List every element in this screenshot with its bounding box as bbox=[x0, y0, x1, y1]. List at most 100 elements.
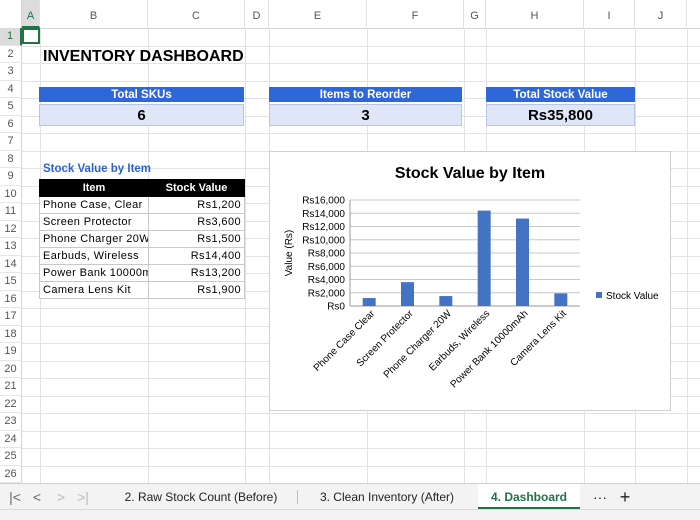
stock-table-label: Stock Value by Item bbox=[43, 163, 152, 175]
table-header-item[interactable]: Item bbox=[39, 179, 149, 197]
row-header[interactable]: 15 bbox=[0, 273, 22, 291]
add-sheet-icon[interactable]: + bbox=[614, 484, 636, 510]
row-header[interactable]: 11 bbox=[0, 203, 22, 221]
chart-bar-6 bbox=[554, 293, 568, 306]
chart-legend-swatch bbox=[596, 292, 602, 298]
chart-x-tick-label: Phone Charger 20W bbox=[382, 308, 455, 381]
kpi-total-skus-value[interactable]: 6 bbox=[39, 104, 244, 126]
table-cell-item[interactable]: Power Bank 10000mAh bbox=[39, 264, 149, 282]
grid-row-line bbox=[22, 465, 700, 467]
row-header[interactable]: 6 bbox=[0, 115, 22, 133]
chart-y-tick-label: Rs6,000 bbox=[308, 262, 346, 273]
row-header[interactable]: 26 bbox=[0, 465, 22, 483]
tab-clean-inventory[interactable]: 3. Clean Inventory (After) bbox=[302, 484, 472, 510]
sheet-tab-bar: |< < > >| 2. Raw Stock Count (Before) 3.… bbox=[0, 483, 700, 510]
table-cell-item[interactable]: Phone Charger 20W bbox=[39, 230, 149, 248]
table-cell-value[interactable]: Rs3,600 bbox=[148, 213, 245, 231]
row-header[interactable]: 13 bbox=[0, 238, 22, 256]
column-header-g[interactable]: G bbox=[464, 0, 486, 28]
stock-value-chart[interactable]: Stock Value by Item Rs0 Rs2,000 Rs4,000 Rs6,… bbox=[269, 151, 671, 411]
table-row: Screen Protector Rs3,600 bbox=[39, 213, 245, 231]
prev-sheet-icon[interactable]: < bbox=[26, 484, 48, 510]
chart-bar-2 bbox=[401, 282, 414, 306]
table-row: Phone Case, Clear Rs1,200 bbox=[39, 196, 245, 214]
column-header-f[interactable]: F bbox=[367, 0, 464, 28]
kpi-items-to-reorder-value[interactable]: 3 bbox=[269, 104, 462, 126]
active-cell-selection[interactable] bbox=[22, 28, 40, 44]
row-header[interactable]: 23 bbox=[0, 413, 22, 431]
row-header[interactable]: 17 bbox=[0, 308, 22, 326]
row-header[interactable]: 19 bbox=[0, 343, 22, 361]
row-header[interactable]: 10 bbox=[0, 185, 22, 203]
row-header[interactable]: 8 bbox=[0, 150, 22, 168]
row-header[interactable]: 16 bbox=[0, 290, 22, 308]
row-header[interactable]: 3 bbox=[0, 63, 22, 81]
table-cell-item[interactable]: Earbuds, Wireless bbox=[39, 247, 149, 265]
row-header[interactable]: 18 bbox=[0, 325, 22, 343]
row-header[interactable]: 1 bbox=[0, 28, 22, 46]
table-header-value[interactable]: Stock Value bbox=[148, 179, 245, 197]
grid-row-line bbox=[22, 413, 700, 414]
select-all-corner[interactable] bbox=[0, 0, 22, 28]
chart-bar-3 bbox=[439, 296, 453, 306]
column-header-a[interactable]: A bbox=[22, 0, 40, 28]
table-cell-item[interactable]: Phone Case, Clear bbox=[39, 196, 149, 214]
dashboard-title: INVENTORY DASHBOARD bbox=[43, 48, 244, 65]
kpi-total-stock-value-value[interactable]: Rs35,800 bbox=[486, 104, 635, 126]
chart-x-tick-label: Power Bank 10000mAh bbox=[449, 308, 531, 390]
row-header[interactable]: 7 bbox=[0, 133, 22, 151]
column-header-d[interactable]: D bbox=[245, 0, 269, 28]
grid-column-line bbox=[687, 28, 688, 483]
column-header-i[interactable]: I bbox=[584, 0, 635, 28]
table-cell-value[interactable]: Rs1,900 bbox=[148, 281, 245, 299]
chart-y-tick-label: Rs8,000 bbox=[308, 249, 346, 260]
row-header[interactable]: 24 bbox=[0, 430, 22, 448]
grid-row-line bbox=[22, 80, 700, 82]
chart-y-tick-label: Rs16,000 bbox=[302, 196, 345, 207]
chart-y-tick-label: Rs2,000 bbox=[308, 288, 346, 299]
table-cell-value[interactable]: Rs14,400 bbox=[148, 247, 245, 265]
row-header[interactable]: 25 bbox=[0, 448, 22, 466]
table-row: Camera Lens Kit Rs1,900 bbox=[39, 281, 245, 299]
column-header-j[interactable]: J bbox=[635, 0, 687, 28]
column-header-h[interactable]: H bbox=[486, 0, 584, 28]
table-cell-item[interactable]: Camera Lens Kit bbox=[39, 281, 149, 299]
grid-row-line bbox=[22, 430, 700, 432]
chart-y-tick-label: Rs4,000 bbox=[308, 275, 346, 286]
table-row: Power Bank 10000mAh Rs13,200 bbox=[39, 264, 245, 282]
row-header[interactable]: 20 bbox=[0, 360, 22, 378]
chart-legend-label: Stock Value bbox=[606, 291, 659, 302]
table-cell-value[interactable]: Rs1,200 bbox=[148, 196, 245, 214]
first-sheet-icon[interactable]: |< bbox=[4, 484, 26, 510]
table-cell-value[interactable]: Rs13,200 bbox=[148, 264, 245, 282]
grid-row-line bbox=[22, 45, 700, 47]
grid-row-line bbox=[22, 448, 700, 449]
table-cell-item[interactable]: Screen Protector bbox=[39, 213, 149, 231]
chart-y-tick-label: Rs12,000 bbox=[302, 222, 345, 233]
tab-raw-stock-count[interactable]: 2. Raw Stock Count (Before) bbox=[108, 484, 294, 510]
kpi-total-skus-label: Total SKUs bbox=[39, 87, 244, 102]
row-header[interactable]: 12 bbox=[0, 220, 22, 238]
table-cell-value[interactable]: Rs1,500 bbox=[148, 230, 245, 248]
more-sheets-icon[interactable]: ··· bbox=[588, 484, 612, 510]
row-header[interactable]: 5 bbox=[0, 98, 22, 116]
table-header-row: Item Stock Value bbox=[39, 179, 245, 197]
column-header-b[interactable]: B bbox=[40, 0, 148, 28]
row-header[interactable]: 21 bbox=[0, 378, 22, 396]
chart-title: Stock Value by Item bbox=[395, 165, 545, 182]
row-header[interactable]: 4 bbox=[0, 80, 22, 98]
column-header-bar: A B C D E F G H I J bbox=[0, 0, 700, 29]
status-bar bbox=[0, 509, 700, 520]
column-header-c[interactable]: C bbox=[148, 0, 245, 28]
next-sheet-icon[interactable]: > bbox=[50, 484, 72, 510]
row-header[interactable]: 14 bbox=[0, 255, 22, 273]
table-row: Earbuds, Wireless Rs14,400 bbox=[39, 247, 245, 265]
row-header[interactable]: 2 bbox=[0, 45, 22, 63]
column-header-e[interactable]: E bbox=[269, 0, 367, 28]
row-header[interactable]: 22 bbox=[0, 395, 22, 413]
last-sheet-icon[interactable]: >| bbox=[72, 484, 94, 510]
row-header[interactable]: 9 bbox=[0, 168, 22, 186]
tab-dashboard[interactable]: 4. Dashboard bbox=[478, 484, 580, 510]
chart-bar-5 bbox=[516, 218, 529, 306]
chart-bar-1 bbox=[362, 298, 376, 306]
